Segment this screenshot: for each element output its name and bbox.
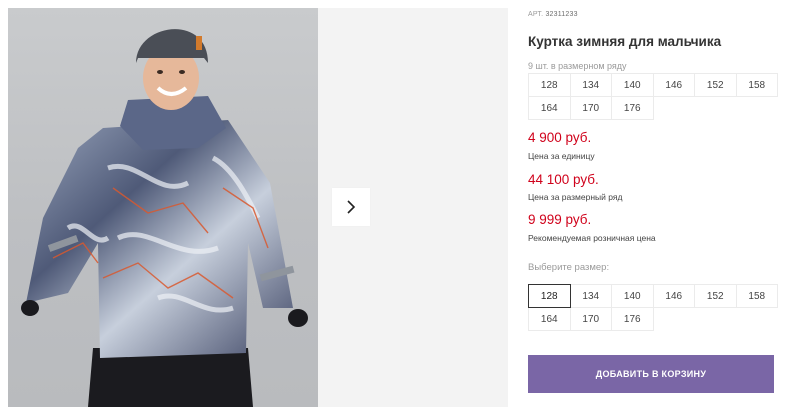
- price-size-row-caption: Цена за размерный ряд: [528, 192, 623, 202]
- size-option[interactable]: 140: [611, 284, 654, 308]
- size-selector: 128 134 140 146 152 158 164 170 176: [528, 284, 778, 331]
- size-row-cell: 176: [611, 96, 654, 120]
- size-option[interactable]: 164: [528, 307, 571, 331]
- chevron-right-icon: [347, 200, 356, 214]
- product-photo-illustration: [21, 29, 308, 407]
- size-row-cell: 170: [569, 96, 612, 120]
- size-row-cell: 128: [528, 73, 571, 97]
- size-row-note: 9 шт. в размерном ряду: [528, 61, 627, 71]
- sku-label: АРТ.: [528, 11, 544, 18]
- sku: АРТ. 32311233: [528, 11, 578, 18]
- size-option[interactable]: 170: [569, 307, 612, 331]
- size-option[interactable]: 146: [652, 284, 695, 308]
- price-unit-caption: Цена за единицу: [528, 151, 595, 161]
- price-unit: 4 900 руб.: [528, 130, 592, 145]
- add-to-cart-button[interactable]: ДОБАВИТЬ В КОРЗИНУ: [528, 355, 774, 393]
- product-title: Куртка зимняя для мальчика: [528, 34, 722, 49]
- size-option-selected[interactable]: 128: [528, 284, 571, 308]
- product-photo[interactable]: [8, 8, 318, 407]
- size-row-cell: 146: [652, 73, 695, 97]
- price-retail-caption: Рекомендуемая розничная цена: [528, 233, 656, 243]
- price-size-row: 44 100 руб.: [528, 172, 599, 187]
- size-row-grid: 128 134 140 146 152 158 164 170 176: [528, 73, 778, 120]
- size-row-cell: 152: [694, 73, 737, 97]
- size-row-cell: 140: [611, 73, 654, 97]
- size-option[interactable]: 152: [694, 284, 737, 308]
- size-row-cell: 134: [569, 73, 612, 97]
- price-retail: 9 999 руб.: [528, 212, 592, 227]
- size-option[interactable]: 134: [569, 284, 612, 308]
- gallery-next-button[interactable]: [332, 188, 370, 226]
- size-row-cell: 158: [735, 73, 778, 97]
- size-row-cell: 164: [528, 96, 571, 120]
- product-gallery: [8, 8, 508, 407]
- choose-size-label: Выберите размер:: [528, 262, 610, 273]
- size-option[interactable]: 158: [735, 284, 778, 308]
- size-option[interactable]: 176: [611, 307, 654, 331]
- sku-value: 32311233: [545, 11, 578, 18]
